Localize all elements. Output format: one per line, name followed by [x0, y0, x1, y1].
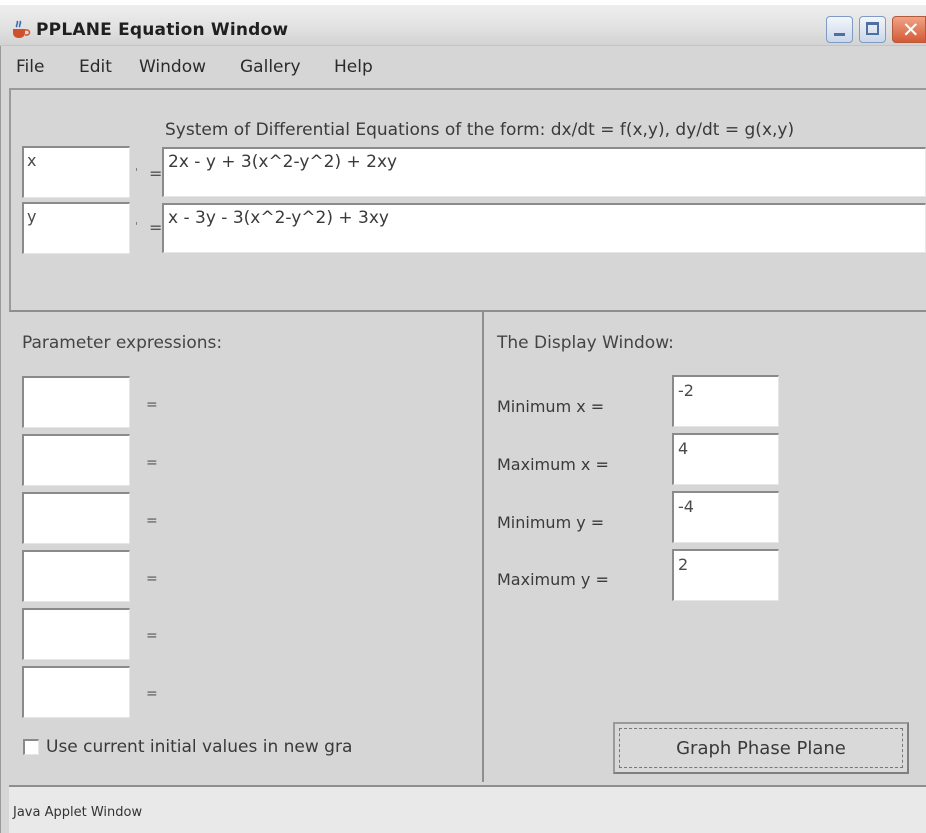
graph-phase-plane-label: Graph Phase Plane	[676, 738, 846, 759]
maximize-icon	[866, 22, 879, 35]
parameter-equals-3: =	[146, 513, 158, 529]
status-bar: Java Applet Window	[9, 785, 926, 833]
x-equation-input[interactable]: 2x - y + 3(x^2-y^2) + 2xy	[162, 147, 926, 197]
minimum-y-input[interactable]: -4	[672, 491, 779, 543]
use-initial-values-label[interactable]: Use current initial values in new gra	[46, 737, 352, 757]
y-equals-sign: =	[149, 218, 163, 237]
section-divider	[482, 311, 484, 782]
parameter-name-field-3[interactable]	[22, 492, 130, 544]
maximum-y-label: Maximum y =	[497, 570, 609, 589]
title-bar[interactable]: PPLANE Equation Window ✕	[0, 5, 926, 46]
y-prime-mark: '	[135, 220, 139, 233]
x-variable-field[interactable]: x	[22, 146, 130, 198]
minimum-y-label: Minimum y =	[497, 513, 605, 532]
parameter-name-field-6[interactable]	[22, 666, 130, 718]
menu-gallery[interactable]: Gallery	[240, 57, 301, 77]
java-coffee-cup-icon	[13, 20, 31, 38]
parameter-name-field-4[interactable]	[22, 550, 130, 602]
minimum-x-label: Minimum x =	[497, 397, 605, 416]
display-window-title: The Display Window:	[497, 333, 674, 353]
parameter-equals-5: =	[146, 628, 158, 644]
window-title: PPLANE Equation Window	[36, 20, 289, 40]
maximum-x-input[interactable]: 4	[672, 433, 779, 485]
parameter-equals-1: =	[146, 397, 158, 413]
menu-window[interactable]: Window	[139, 57, 206, 77]
minimize-button[interactable]	[826, 16, 853, 43]
close-button[interactable]: ✕	[892, 16, 926, 43]
parameter-equals-2: =	[146, 455, 158, 471]
maximum-y-input[interactable]: 2	[672, 549, 779, 601]
x-prime-mark: '	[135, 166, 139, 179]
parameter-name-field-2[interactable]	[22, 434, 130, 486]
parameter-name-field-1[interactable]	[22, 376, 130, 428]
minimize-icon	[834, 33, 845, 36]
y-variable-field[interactable]: y	[22, 202, 130, 254]
parameter-expressions-title: Parameter expressions:	[22, 333, 223, 353]
parameter-equals-4: =	[146, 571, 158, 587]
menu-help[interactable]: Help	[334, 57, 373, 77]
equation-caption: System of Differential Equations of the …	[165, 120, 795, 140]
menu-bar: File Edit Window Gallery Help	[0, 46, 926, 90]
parameter-name-field-5[interactable]	[22, 608, 130, 660]
minimum-x-input[interactable]: -2	[672, 375, 779, 427]
graph-phase-plane-button[interactable]: Graph Phase Plane	[613, 722, 909, 774]
maximum-x-label: Maximum x =	[497, 455, 609, 474]
maximize-button[interactable]	[859, 16, 886, 43]
y-equation-input[interactable]: x - 3y - 3(x^2-y^2) + 3xy	[162, 203, 926, 253]
menu-file[interactable]: File	[16, 57, 44, 77]
menu-edit[interactable]: Edit	[79, 57, 112, 77]
x-equals-sign: =	[149, 164, 163, 183]
parameter-equals-6: =	[146, 686, 158, 702]
status-text: Java Applet Window	[13, 805, 143, 820]
use-initial-values-checkbox[interactable]	[23, 739, 39, 755]
close-icon: ✕	[902, 18, 920, 42]
